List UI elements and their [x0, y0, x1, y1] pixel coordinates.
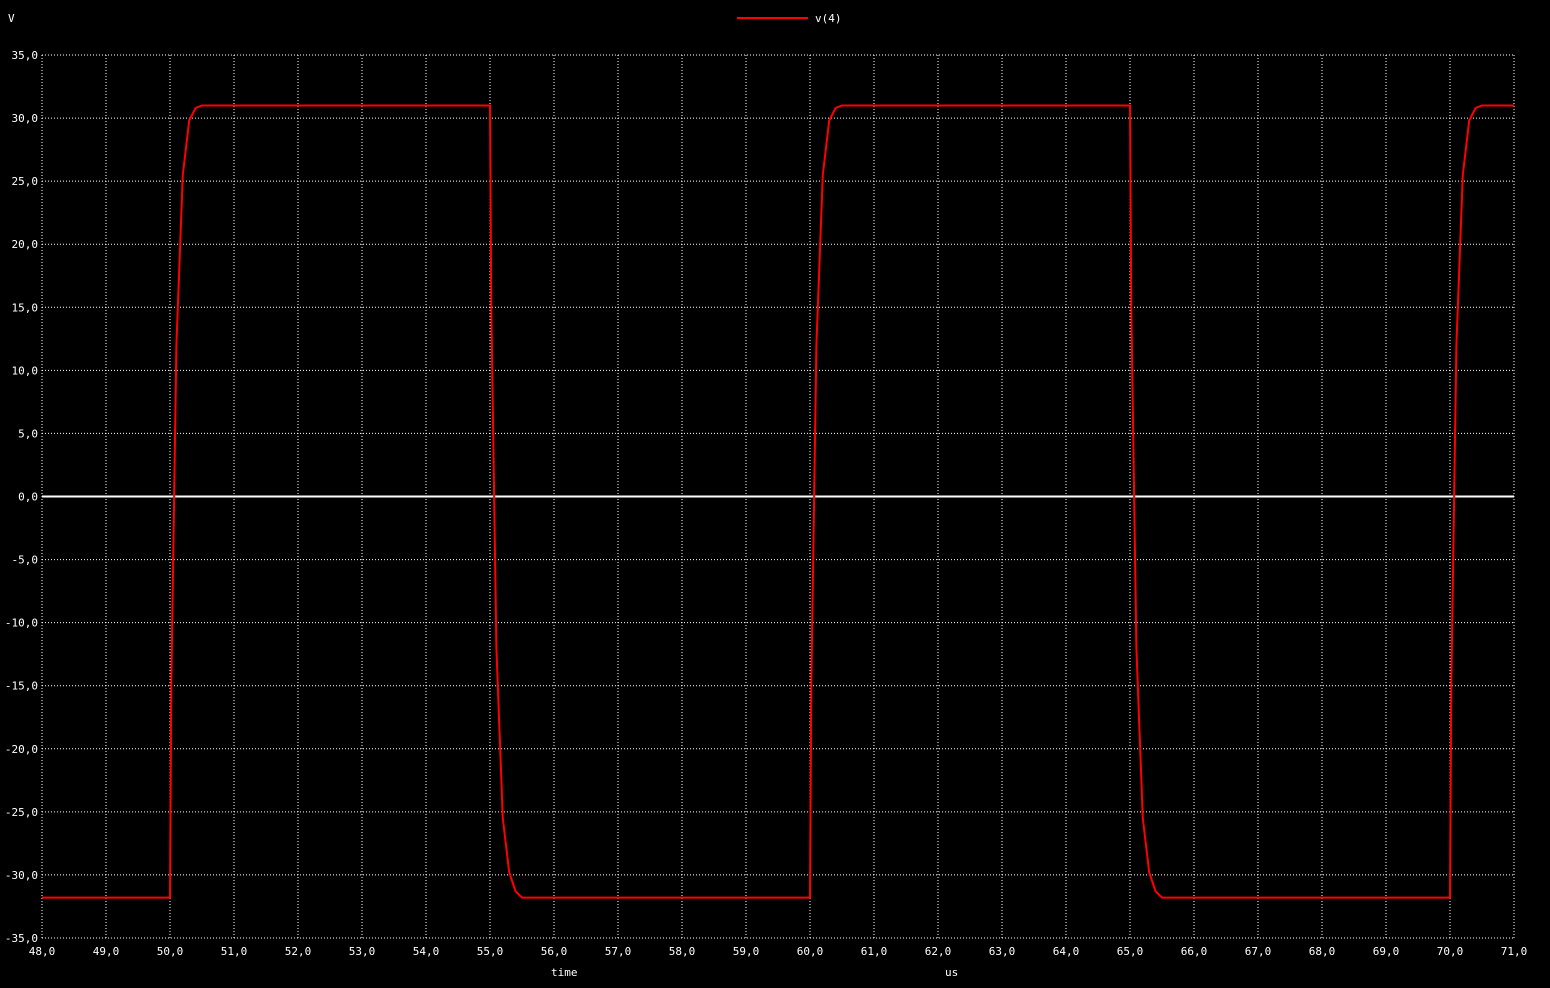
- x-tick-label: 63,0: [989, 945, 1016, 958]
- data-point: [815, 344, 817, 346]
- data-point: [169, 897, 171, 899]
- y-tick-label: 15,0: [12, 301, 39, 314]
- data-point: [521, 897, 523, 899]
- data-point: [1135, 647, 1137, 649]
- x-axis-unit: us: [945, 966, 958, 979]
- data-point: [490, 306, 492, 308]
- data-point: [810, 685, 812, 687]
- x-tick-label: 56,0: [541, 945, 568, 958]
- data-point: [502, 817, 504, 819]
- y-tick-label: -30,0: [5, 869, 38, 882]
- data-point: [1455, 344, 1457, 346]
- y-tick-label: -5,0: [12, 554, 39, 567]
- data-point: [1481, 104, 1483, 106]
- data-point: [841, 104, 843, 106]
- data-point: [515, 890, 517, 892]
- y-tick-label: 30,0: [12, 112, 39, 125]
- x-tick-label: 71,0: [1501, 945, 1528, 958]
- legend-label: v(4): [815, 12, 842, 25]
- data-point: [835, 107, 837, 109]
- x-tick-labels: 48,0 49,0 50,0 51,0 52,0 53,0 54,0 55,0 56,0 57,0…: [29, 945, 1528, 958]
- x-tick-label: 53,0: [349, 945, 376, 958]
- data-point: [175, 344, 177, 346]
- series-points: [41, 104, 1515, 898]
- data-point: [822, 174, 824, 176]
- data-point: [809, 897, 811, 899]
- data-point: [1449, 897, 1451, 899]
- data-point: [1161, 897, 1163, 899]
- data-point: [195, 107, 197, 109]
- data-point: [1468, 120, 1470, 122]
- x-tick-label: 54,0: [413, 945, 440, 958]
- x-tick-label: 68,0: [1309, 945, 1336, 958]
- data-point: [1462, 174, 1464, 176]
- x-tick-label: 58,0: [669, 945, 696, 958]
- y-tick-label: -20,0: [5, 743, 38, 756]
- data-point: [1450, 685, 1452, 687]
- x-tick-label: 57,0: [605, 945, 632, 958]
- data-point: [201, 104, 203, 106]
- x-tick-label: 62,0: [925, 945, 952, 958]
- x-tick-label: 61,0: [861, 945, 888, 958]
- data-point: [182, 174, 184, 176]
- data-point: [828, 120, 830, 122]
- data-point: [1513, 104, 1515, 106]
- x-tick-label: 67,0: [1245, 945, 1272, 958]
- y-tick-label: -25,0: [5, 806, 38, 819]
- y-tick-label: 10,0: [12, 364, 39, 377]
- data-point: [495, 647, 497, 649]
- data-point: [41, 897, 43, 899]
- data-point: [1142, 817, 1144, 819]
- data-point: [1475, 107, 1477, 109]
- x-tick-label: 66,0: [1181, 945, 1208, 958]
- data-point: [1155, 890, 1157, 892]
- chart-plot: V v(4) 35,0 30,0 25,0 20,0 15,0 10,0 5,0 0,0 -5,…: [5, 12, 1528, 979]
- x-tick-label: 69,0: [1373, 945, 1400, 958]
- y-tick-label: 0,0: [18, 491, 38, 504]
- data-point: [489, 104, 491, 106]
- x-tick-label: 59,0: [733, 945, 760, 958]
- x-tick-label: 50,0: [157, 945, 184, 958]
- y-tick-label: -15,0: [5, 680, 38, 693]
- x-tick-label: 49,0: [93, 945, 120, 958]
- y-tick-labels: 35,0 30,0 25,0 20,0 15,0 10,0 5,0 0,0 -5,0 -10,0 -…: [5, 49, 38, 945]
- data-point: [508, 871, 510, 873]
- data-point: [1130, 306, 1132, 308]
- series-line-v4: [42, 104, 1514, 899]
- x-tick-label: 65,0: [1117, 945, 1144, 958]
- y-tick-label: -10,0: [5, 617, 38, 630]
- x-tick-label: 60,0: [797, 945, 824, 958]
- x-tick-label: 48,0: [29, 945, 56, 958]
- y-tick-label: -35,0: [5, 932, 38, 945]
- x-axis-label: time: [551, 966, 578, 979]
- x-tick-label: 52,0: [285, 945, 312, 958]
- data-point: [1129, 104, 1131, 106]
- y-tick-label: 35,0: [12, 49, 39, 62]
- y-tick-label: 25,0: [12, 175, 39, 188]
- data-point: [1148, 871, 1150, 873]
- x-tick-label: 51,0: [221, 945, 248, 958]
- data-point: [170, 685, 172, 687]
- x-tick-label: 55,0: [477, 945, 504, 958]
- y-axis-label: V: [8, 12, 15, 25]
- y-tick-label: 20,0: [12, 238, 39, 251]
- y-tick-label: 5,0: [18, 427, 38, 440]
- x-tick-label: 64,0: [1053, 945, 1080, 958]
- x-tick-label: 70,0: [1437, 945, 1464, 958]
- data-point: [188, 120, 190, 122]
